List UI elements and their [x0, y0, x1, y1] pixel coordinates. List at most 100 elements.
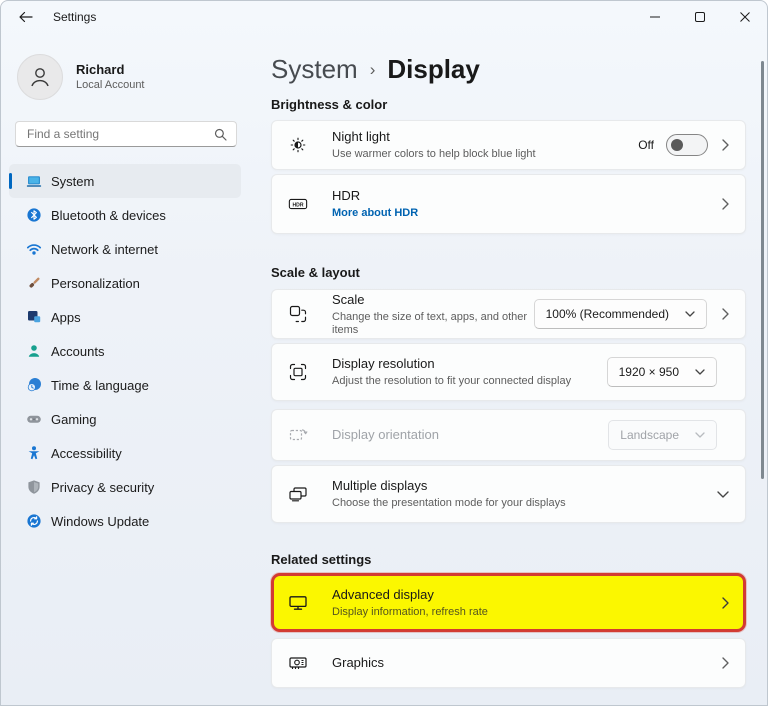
sidebar-item-label: Time & language: [51, 377, 149, 393]
chevron-right-icon: [722, 596, 729, 609]
main-content: System › Display Brightness & color Nigh…: [271, 33, 746, 688]
multiple-displays-subtitle: Choose the presentation mode for your di…: [332, 497, 566, 509]
sidebar-item-system[interactable]: System: [9, 164, 241, 198]
sidebar-item-network-internet[interactable]: Network & internet: [9, 232, 241, 266]
resolution-dropdown-value: 1920 × 950: [618, 365, 679, 379]
scale-dropdown-value: 100% (Recommended): [545, 307, 669, 321]
advanced-display-card[interactable]: Advanced display Display information, re…: [271, 573, 746, 632]
display-resolution-text: Display resolution Adjust the resolution…: [332, 356, 607, 388]
breadcrumb-separator-icon: ›: [369, 60, 376, 79]
user-profile[interactable]: Richard Local Account: [17, 54, 145, 100]
monitor-icon: [288, 593, 308, 613]
breadcrumb-parent[interactable]: System: [271, 54, 358, 85]
display-resolution-subtitle: Adjust the resolution to fit your connec…: [332, 375, 572, 387]
display-resolution-card[interactable]: Display resolution Adjust the resolution…: [271, 343, 746, 401]
user-info: Richard Local Account: [76, 62, 145, 92]
scrollbar-thumb[interactable]: [761, 61, 764, 479]
sidebar-item-apps[interactable]: Apps: [9, 300, 241, 334]
sidebar-item-time-language[interactable]: Time & language: [9, 368, 241, 402]
sidebar-item-accounts[interactable]: Accounts: [9, 334, 241, 368]
night-light-toggle-label: Off: [638, 138, 654, 152]
scale-dropdown[interactable]: 100% (Recommended): [533, 299, 707, 329]
maximize-button[interactable]: [677, 1, 722, 33]
night-light-card[interactable]: Night light Use warmer colors to help bl…: [271, 120, 746, 170]
sidebar-item-personalization[interactable]: Personalization: [9, 266, 241, 300]
multiple-displays-card[interactable]: Multiple displays Choose the presentatio…: [271, 465, 746, 523]
display-orientation-title: Display orientation: [332, 427, 439, 442]
orientation-dropdown-value: Landscape: [620, 428, 679, 442]
hdr-more-link[interactable]: More about HDR: [332, 207, 722, 220]
minimize-icon: [649, 16, 660, 18]
hdr-title: HDR: [332, 188, 361, 203]
sidebar-item-label: Apps: [51, 309, 81, 325]
sidebar-item-gaming[interactable]: Gaming: [9, 402, 241, 436]
close-button[interactable]: [722, 1, 767, 33]
chevron-down-icon: [717, 490, 729, 498]
close-icon: [739, 12, 750, 22]
sidebar-item-label: System: [51, 173, 95, 189]
chevron-right-icon: [722, 139, 729, 151]
search-input[interactable]: [16, 122, 217, 146]
apps-grid-icon: [26, 309, 42, 325]
scale-resize-icon: [288, 304, 308, 324]
titlebar: Settings: [1, 1, 767, 33]
clock-globe-icon: [26, 377, 42, 393]
graphics-card[interactable]: Graphics: [271, 638, 746, 688]
window-controls: [632, 1, 767, 33]
multiple-displays-title: Multiple displays: [332, 478, 428, 493]
advanced-display-text: Advanced display Display information, re…: [332, 587, 722, 619]
sidebar-item-label: Personalization: [51, 275, 140, 291]
night-light-text: Night light Use warmer colors to help bl…: [332, 129, 638, 161]
sidebar-item-label: Privacy & security: [51, 479, 155, 495]
maximize-icon: [694, 12, 705, 22]
sidebar-item-label: Accessibility: [51, 445, 122, 461]
search-box[interactable]: [15, 121, 237, 147]
hdr-card[interactable]: HDR HDR More about HDR: [271, 174, 746, 234]
sidebar-item-label: Network & internet: [51, 241, 158, 257]
shield-icon: [26, 479, 42, 495]
chevron-right-icon: [722, 308, 729, 320]
person-icon: [26, 343, 42, 359]
multiple-displays-text: Multiple displays Choose the presentatio…: [332, 478, 717, 510]
chevron-down-icon: [685, 311, 695, 317]
brush-icon: [26, 275, 42, 291]
window-title: Settings: [53, 10, 97, 24]
graphics-title: Graphics: [332, 655, 385, 670]
night-light-subtitle: Use warmer colors to help block blue lig…: [332, 148, 536, 160]
chevron-right-icon: [722, 657, 729, 669]
sidebar-item-bluetooth-devices[interactable]: Bluetooth & devices: [9, 198, 241, 232]
section-scale-layout: Scale & layout: [271, 265, 360, 280]
scale-subtitle: Change the size of text, apps, and other…: [332, 310, 528, 336]
sidebar-item-privacy-security[interactable]: Privacy & security: [9, 470, 241, 504]
resolution-dropdown[interactable]: 1920 × 950: [606, 357, 717, 387]
bluetooth-icon: [26, 207, 42, 223]
selected-accent-bar: [9, 173, 12, 189]
sidebar-item-label: Windows Update: [51, 513, 150, 529]
scale-text: Scale Change the size of text, apps, and…: [332, 292, 534, 337]
display-orientation-card: Display orientation Landscape: [271, 409, 746, 461]
minimize-button[interactable]: [632, 1, 677, 33]
scale-title: Scale: [332, 291, 365, 307]
sidebar-item-windows-update[interactable]: Windows Update: [9, 504, 241, 538]
settings-window: Settings Richard Local Account Find a se…: [0, 0, 768, 706]
back-button[interactable]: [11, 4, 41, 30]
sidebar-item-label: Bluetooth & devices: [51, 207, 166, 223]
sidebar-item-accessibility[interactable]: Accessibility: [9, 436, 241, 470]
sidebar-item-label: Gaming: [51, 411, 97, 427]
accessibility-person-icon: [26, 445, 42, 461]
night-light-title: Night light: [332, 129, 390, 144]
chevron-down-icon: [695, 432, 705, 438]
night-light-sun-icon: [288, 135, 308, 155]
graphics-text: Graphics: [332, 655, 722, 671]
hdr-badge-icon: HDR: [288, 194, 308, 214]
hdr-text: HDR More about HDR: [332, 188, 722, 220]
rotate-display-icon: [288, 425, 308, 445]
display-orientation-text: Display orientation: [332, 427, 608, 443]
orientation-dropdown: Landscape: [608, 420, 717, 450]
night-light-toggle[interactable]: [666, 134, 708, 156]
toggle-knob: [671, 139, 683, 151]
chevron-down-icon: [695, 369, 705, 375]
breadcrumb: System › Display: [271, 51, 746, 87]
display-resolution-title: Display resolution: [332, 356, 435, 371]
scale-card[interactable]: Scale Change the size of text, apps, and…: [271, 289, 746, 339]
